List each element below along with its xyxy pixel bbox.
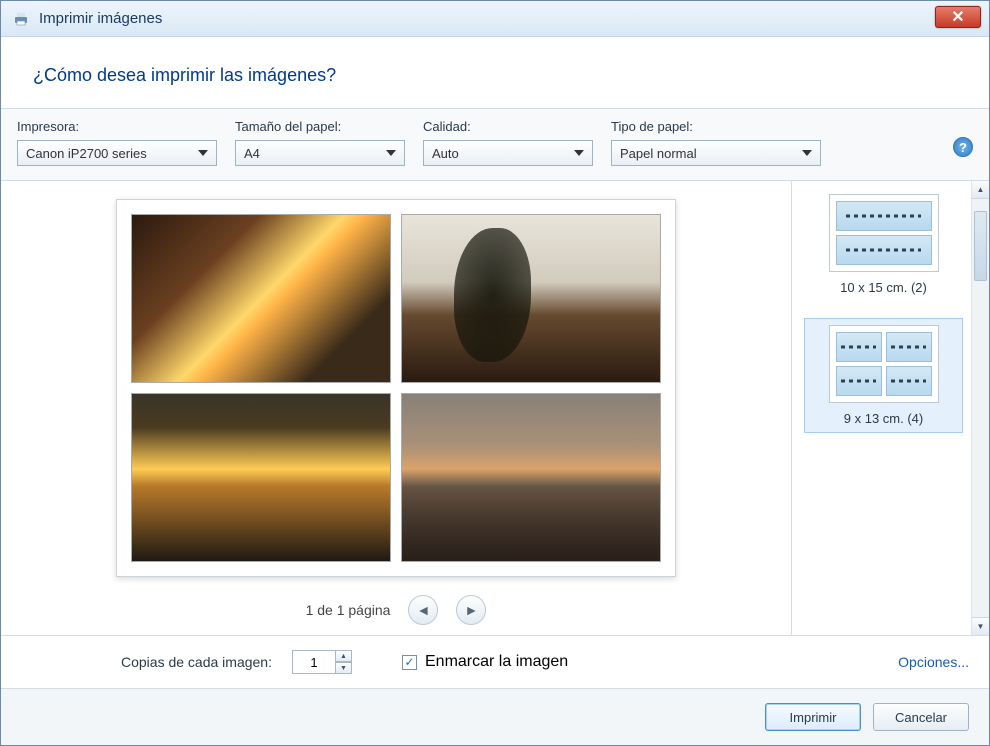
close-icon: ✕ [951, 7, 964, 27]
chevron-up-icon: ▲ [977, 185, 985, 194]
mini-photo-icon [886, 332, 932, 362]
print-button[interactable]: Imprimir [765, 703, 861, 731]
prev-page-button[interactable]: ◄ [408, 595, 438, 625]
scroll-thumb[interactable] [974, 211, 987, 281]
preview-photo-2 [401, 214, 661, 383]
dialog-buttons: Imprimir Cancelar [1, 689, 989, 745]
copies-down-button[interactable]: ▼ [336, 662, 352, 674]
print-pictures-dialog: Imprimir imágenes ✕ ¿Cómo desea imprimir… [0, 0, 990, 746]
print-button-label: Imprimir [790, 710, 837, 725]
printer-select[interactable]: Canon iP2700 series [17, 140, 217, 166]
mini-photo-icon [886, 366, 932, 396]
mini-photo-icon [836, 332, 882, 362]
fit-checkbox-label: Enmarcar la imagen [425, 653, 568, 671]
scroll-up-button[interactable]: ▲ [972, 181, 989, 199]
copies-label: Copias de cada imagen: [121, 654, 272, 670]
preview-photo-4 [401, 393, 661, 562]
chevron-left-icon: ◄ [416, 602, 430, 618]
preview-photo-1 [131, 214, 391, 383]
fit-checkbox[interactable]: ✓ [402, 655, 417, 670]
paper-size-group: Tamaño del papel: A4 [235, 119, 405, 166]
printer-group: Impresora: Canon iP2700 series [17, 119, 217, 166]
paper-size-value: A4 [244, 146, 260, 161]
mini-photo-icon [836, 235, 932, 265]
copies-input[interactable] [292, 650, 336, 674]
question-text: ¿Cómo desea imprimir las imágenes? [33, 65, 957, 86]
quality-value: Auto [432, 146, 459, 161]
spinner-buttons: ▲ ▼ [336, 650, 352, 674]
mini-photo-icon [836, 201, 932, 231]
footer-options: Copias de cada imagen: ▲ ▼ ✓ Enmarcar la… [1, 636, 989, 689]
layout-thumb-icon [829, 194, 939, 272]
printer-value: Canon iP2700 series [26, 146, 147, 161]
help-button[interactable]: ? [953, 137, 973, 157]
printer-icon [13, 11, 29, 27]
title-bar: Imprimir imágenes ✕ [1, 1, 989, 37]
check-icon: ✓ [404, 655, 414, 669]
layout-item-10x15[interactable]: 10 x 15 cm. (2) [804, 187, 963, 302]
chevron-up-icon: ▲ [340, 653, 347, 660]
cancel-button-label: Cancelar [895, 710, 947, 725]
chevron-down-icon: ▼ [340, 665, 347, 672]
chevron-down-icon: ▼ [977, 622, 985, 631]
paper-type-value: Papel normal [620, 146, 697, 161]
quality-select[interactable]: Auto [423, 140, 593, 166]
page-preview [116, 199, 676, 577]
copies-spinner: ▲ ▼ [292, 650, 352, 674]
options-link[interactable]: Opciones... [898, 654, 969, 670]
scrollbar[interactable]: ▲ ▼ [971, 181, 989, 635]
paper-type-label: Tipo de papel: [611, 119, 821, 134]
preview-photo-3 [131, 393, 391, 562]
quality-label: Calidad: [423, 119, 593, 134]
mini-photo-icon [836, 366, 882, 396]
paper-type-select[interactable]: Papel normal [611, 140, 821, 166]
question-area: ¿Cómo desea imprimir las imágenes? [1, 37, 989, 108]
printer-label: Impresora: [17, 119, 217, 134]
close-button[interactable]: ✕ [935, 6, 981, 28]
next-page-button[interactable]: ► [456, 595, 486, 625]
preview-area: 1 de 1 página ◄ ► [1, 181, 791, 635]
layout-item-9x13[interactable]: 9 x 13 cm. (4) [804, 318, 963, 433]
pager-text: 1 de 1 página [306, 602, 391, 618]
layout-label: 9 x 13 cm. (4) [844, 411, 923, 426]
fit-checkbox-group: ✓ Enmarcar la imagen [402, 653, 568, 671]
layout-label: 10 x 15 cm. (2) [840, 280, 927, 295]
layout-thumb-icon [829, 325, 939, 403]
cancel-button[interactable]: Cancelar [873, 703, 969, 731]
print-options-bar: Impresora: Canon iP2700 series Tamaño de… [1, 108, 989, 181]
quality-group: Calidad: Auto [423, 119, 593, 166]
paper-size-select[interactable]: A4 [235, 140, 405, 166]
paper-size-label: Tamaño del papel: [235, 119, 405, 134]
pager: 1 de 1 página ◄ ► [306, 595, 487, 625]
window-title: Imprimir imágenes [39, 10, 162, 27]
help-icon: ? [959, 140, 967, 155]
layouts-pane: 10 x 15 cm. (2) 9 x 13 cm. (4) ▲ [791, 181, 989, 635]
scroll-down-button[interactable]: ▼ [972, 617, 989, 635]
paper-type-group: Tipo de papel: Papel normal [611, 119, 821, 166]
chevron-right-icon: ► [464, 602, 478, 618]
main-content: 1 de 1 página ◄ ► 10 x 15 cm. (2) [1, 181, 989, 636]
layout-list: 10 x 15 cm. (2) 9 x 13 cm. (4) [792, 181, 971, 439]
copies-up-button[interactable]: ▲ [336, 650, 352, 662]
